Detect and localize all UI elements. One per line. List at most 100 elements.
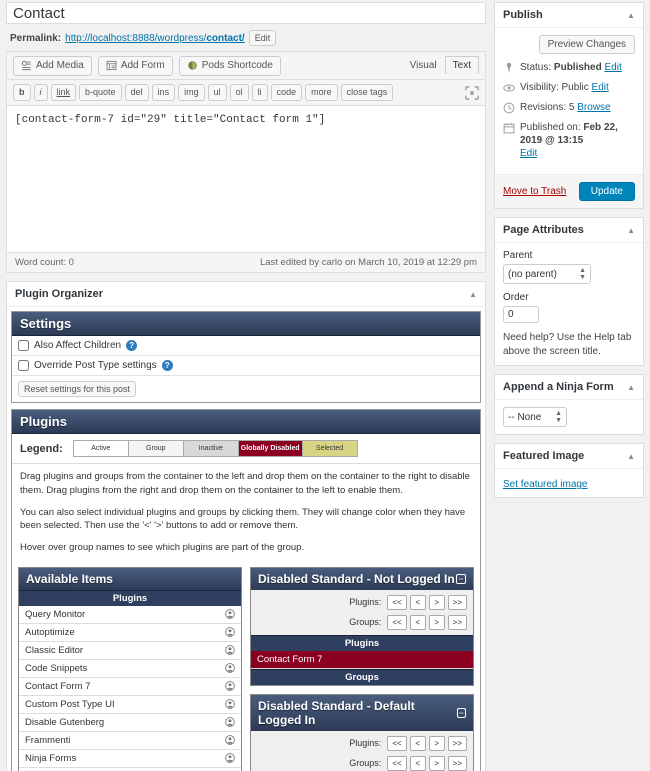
plugin-name: Code Snippets xyxy=(25,662,88,674)
tab-text[interactable]: Text xyxy=(444,56,479,74)
list-item[interactable]: Disable Gutenberg xyxy=(19,713,241,732)
groups-move-all-left-button[interactable]: << xyxy=(387,614,407,630)
preview-changes-button[interactable]: Preview Changes xyxy=(538,35,635,54)
plugins-move-right-button[interactable]: > xyxy=(428,735,445,751)
publish-header[interactable]: Publish ▲ xyxy=(495,3,643,28)
groups-move-left-button[interactable]: < xyxy=(409,755,426,771)
quicktag-del[interactable]: del xyxy=(124,84,149,101)
plugins-move-left-button[interactable]: < xyxy=(409,594,426,610)
plugin-organizer-metabox: Plugin Organizer ▲ Settings Also Affect … xyxy=(6,281,486,771)
chevron-up-icon[interactable]: ▲ xyxy=(627,452,635,461)
help-icon[interactable]: ? xyxy=(126,340,138,351)
also-affect-children-checkbox[interactable] xyxy=(18,340,29,351)
groups-arrow-label: Groups: xyxy=(349,758,382,769)
setting-also-affect-children[interactable]: Also Affect Children ? xyxy=(12,336,480,356)
add-media-button[interactable]: Add Media xyxy=(13,55,92,76)
quicktag-bquote[interactable]: b-quote xyxy=(79,84,122,101)
plugin-organizer-header[interactable]: Plugin Organizer ▲ xyxy=(7,282,485,307)
groups-arrow-row: Groups: << < > >> xyxy=(257,614,467,630)
dual-containers: Available Items Plugins Query Monitor Au… xyxy=(12,561,480,771)
groups-move-right-button[interactable]: > xyxy=(428,755,445,771)
plugins-move-right-button[interactable]: > xyxy=(428,594,445,610)
quicktag-ol[interactable]: ol xyxy=(229,84,249,101)
plugins-move-all-left-button[interactable]: << xyxy=(387,594,407,610)
editor-content[interactable]: [contact-form-7 id="29" title="Contact f… xyxy=(7,106,485,252)
add-media-icon xyxy=(21,60,31,71)
groups-move-right-button[interactable]: > xyxy=(428,614,445,630)
list-item[interactable]: Query Monitor xyxy=(19,605,241,624)
quicktag-bold[interactable]: b xyxy=(13,84,31,101)
groups-move-all-right-button[interactable]: >> xyxy=(447,755,467,771)
list-item[interactable]: Classic Editor xyxy=(19,641,241,660)
legend: Legend: Active Group Inactive Globally D… xyxy=(12,434,480,464)
quicktag-link[interactable]: link xyxy=(50,84,77,101)
append-ninja-form-header[interactable]: Append a Ninja Form ▲ xyxy=(495,375,643,400)
groups-move-all-left-button[interactable]: << xyxy=(387,755,407,771)
edit-visibility-link[interactable]: Edit xyxy=(592,82,609,93)
editor-mode-tabs: Visual Text xyxy=(402,56,479,74)
collapse-icon[interactable]: − xyxy=(456,707,466,718)
collapse-icon[interactable]: − xyxy=(456,573,466,584)
quicktag-code[interactable]: code xyxy=(270,84,303,101)
setting-override-post-type[interactable]: Override Post Type settings ? xyxy=(12,356,480,376)
list-item[interactable]: Custom Post Type UI xyxy=(19,695,241,714)
parent-select-value: (no parent) xyxy=(508,268,557,280)
plugins-move-all-left-button[interactable]: << xyxy=(387,735,407,751)
pods-shortcode-button[interactable]: Pods Shortcode xyxy=(178,55,281,76)
list-item[interactable]: Code Snippets xyxy=(19,659,241,678)
order-label: Order xyxy=(503,292,529,303)
edit-status-link[interactable]: Edit xyxy=(605,62,622,73)
main-column: Contact Permalink: http://localhost:8888… xyxy=(0,0,492,771)
help-icon[interactable]: ? xyxy=(161,360,173,371)
permalink-link[interactable]: http://localhost:8888/wordpress/contact/ xyxy=(65,33,245,44)
featured-image-header[interactable]: Featured Image ▲ xyxy=(495,444,643,469)
fullscreen-icon[interactable] xyxy=(465,85,479,100)
plugins-arrow-row: Plugins: << < > >> xyxy=(257,594,467,610)
publish-title: Publish xyxy=(503,9,543,21)
parent-select[interactable]: (no parent) ▲ ▼ xyxy=(503,264,591,284)
plugins-move-all-right-button[interactable]: >> xyxy=(447,735,467,751)
quicktag-li[interactable]: li xyxy=(251,84,268,101)
add-form-button[interactable]: Add Form xyxy=(97,55,173,76)
instruction-paragraph-2: You can also select individual plugins a… xyxy=(20,506,466,532)
list-item[interactable]: Contact Form 7 xyxy=(19,677,241,696)
list-item[interactable]: Ninja Forms xyxy=(19,749,241,768)
order-input[interactable]: 0 xyxy=(503,306,539,323)
quicktag-italic[interactable]: i xyxy=(33,84,48,101)
update-button[interactable]: Update xyxy=(578,182,635,201)
groups-move-all-right-button[interactable]: >> xyxy=(447,614,467,630)
edit-permalink-button[interactable]: Edit xyxy=(248,30,277,46)
plugins-move-left-button[interactable]: < xyxy=(409,735,426,751)
plugins-heading: Plugins xyxy=(12,410,480,434)
disabled-not-logged-in-controls: Plugins: << < > >> Groups: << < > >> xyxy=(251,589,473,635)
plugin-name: Autoptimize xyxy=(25,626,75,638)
quicktag-img[interactable]: img xyxy=(178,84,205,101)
browse-revisions-link[interactable]: Browse xyxy=(577,102,610,113)
set-featured-image-link[interactable]: Set featured image xyxy=(503,479,588,490)
list-item[interactable]: Autoptimize xyxy=(19,623,241,642)
reset-settings-button[interactable]: Reset settings for this post xyxy=(18,381,137,397)
quicktag-ins[interactable]: ins xyxy=(151,84,176,101)
move-to-trash-link[interactable]: Move to Trash xyxy=(503,186,566,197)
editor-content-text: [contact-form-7 id="29" title="Contact f… xyxy=(15,114,326,126)
tab-visual[interactable]: Visual xyxy=(402,56,445,74)
disabled-plugins-section-bar: Plugins xyxy=(251,634,473,651)
quicktag-ul[interactable]: ul xyxy=(207,84,227,101)
post-title-field[interactable]: Contact xyxy=(6,2,486,24)
list-item[interactable]: Frammenti xyxy=(19,731,241,750)
available-items-box: Available Items Plugins Query Monitor Au… xyxy=(18,566,242,771)
quicktag-close-tags[interactable]: close tags xyxy=(340,84,394,101)
ninja-form-select[interactable]: -- None ▲ ▼ xyxy=(503,407,567,427)
pods-shortcode-label: Pods Shortcode xyxy=(201,60,273,71)
chevron-up-icon[interactable]: ▲ xyxy=(627,383,635,392)
quicktag-more[interactable]: more xyxy=(305,84,338,101)
edit-published-link[interactable]: Edit xyxy=(520,148,537,159)
groups-move-left-button[interactable]: < xyxy=(409,614,426,630)
override-post-type-checkbox[interactable] xyxy=(18,360,29,371)
page-attributes-header[interactable]: Page Attributes ▲ xyxy=(495,218,643,243)
chevron-up-icon[interactable]: ▲ xyxy=(469,290,477,299)
plugins-move-all-right-button[interactable]: >> xyxy=(447,594,467,610)
list-item[interactable]: Contact Form 7 xyxy=(251,650,473,669)
chevron-up-icon[interactable]: ▲ xyxy=(627,11,635,20)
chevron-up-icon[interactable]: ▲ xyxy=(627,226,635,235)
